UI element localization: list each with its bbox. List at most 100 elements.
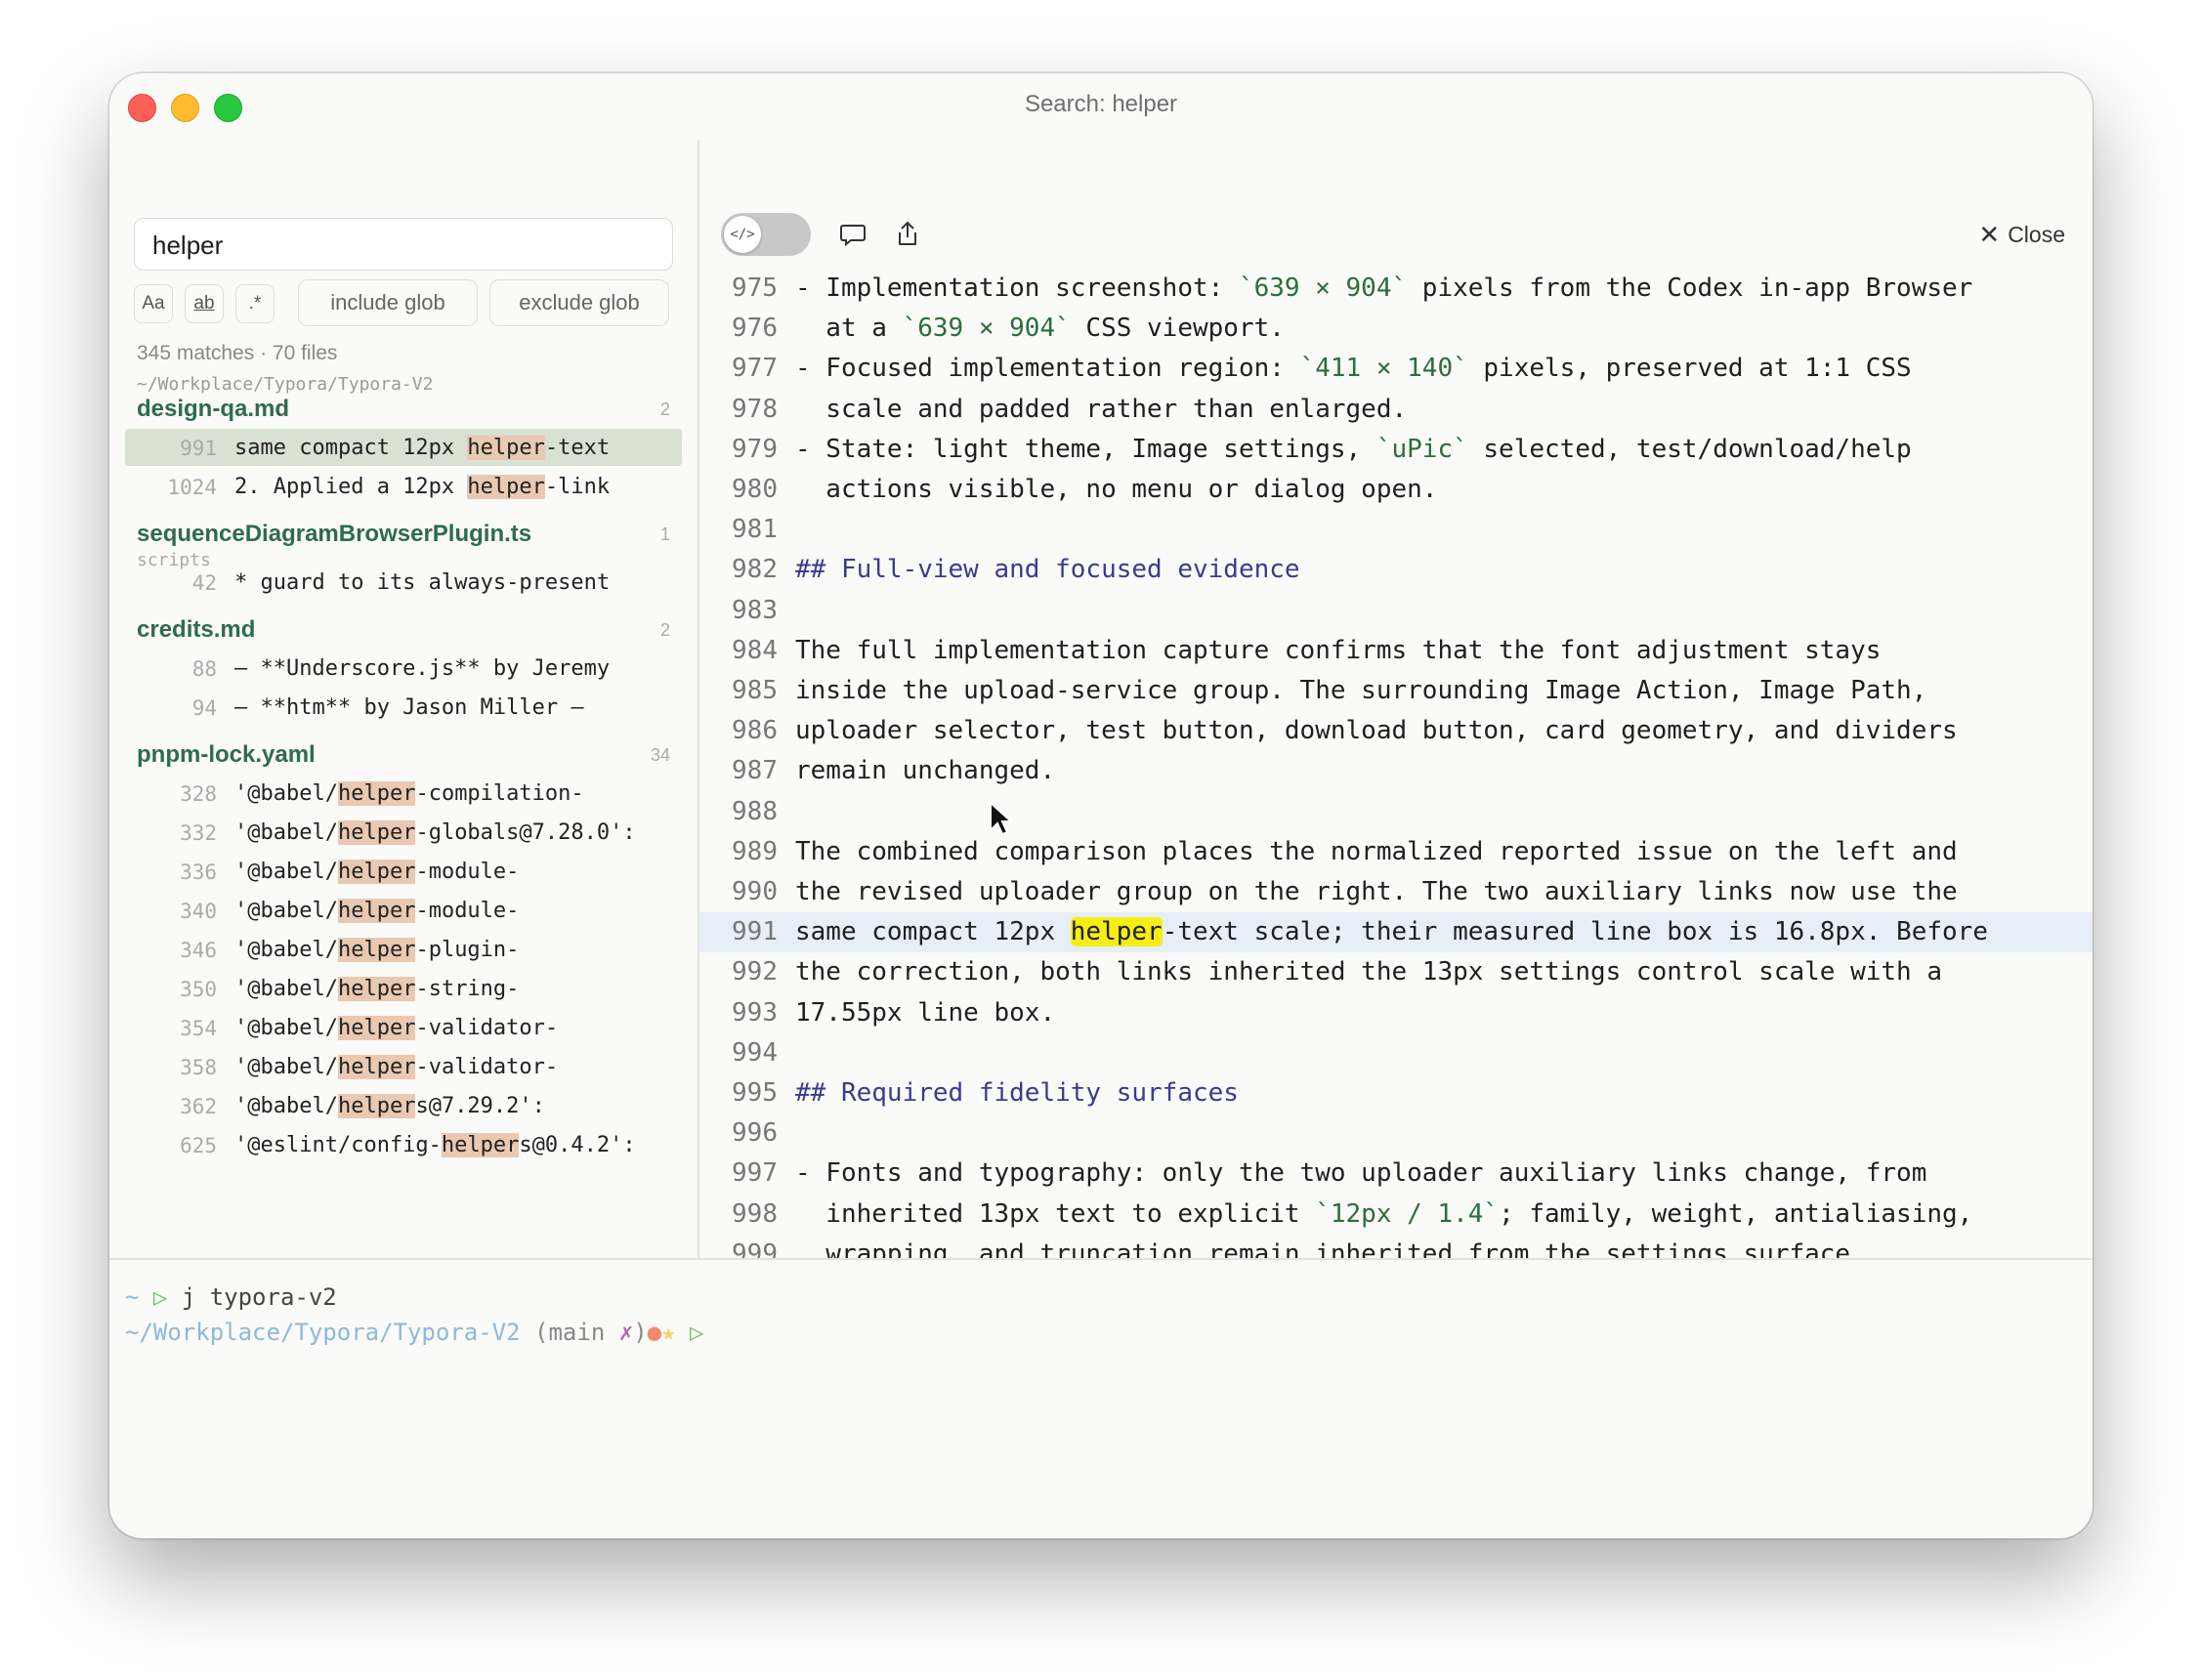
match-prefix: '@babel/ [234, 1016, 338, 1040]
text-run: same compact 12px [795, 917, 1071, 946]
source-mode-toggle[interactable]: </> [721, 213, 811, 256]
share-icon[interactable] [893, 220, 922, 249]
match-suffix: -validator- [415, 1016, 559, 1040]
match-suffix: -link [544, 475, 611, 499]
line-content: uploader selector, test button, download… [795, 716, 1958, 745]
text-run: selected, test/download/help [1467, 435, 1912, 464]
match-line-number: 354 [180, 1017, 217, 1040]
result-match-row[interactable]: 625 '@eslint/config-helpers@0.4.2': [125, 1126, 682, 1163]
result-file-count: 1 [659, 525, 670, 544]
result-file-name[interactable]: credits.md [137, 616, 255, 644]
line-number: 994 [732, 1038, 778, 1068]
match-line-number: 1024 [167, 476, 217, 499]
text-run: The full implementation capture confirms… [795, 636, 1882, 665]
match-prefix: – **Underscore.js** by Jeremy [234, 656, 611, 681]
match-line-number: 625 [180, 1134, 217, 1157]
result-match-row[interactable]: 991 same compact 12px helper-text [125, 429, 682, 466]
match-suffix: s@7.29.2': [415, 1094, 545, 1118]
line-content: - Implementation screenshot: `639 × 904`… [795, 273, 1972, 303]
match-prefix: '@babel/ [234, 899, 338, 923]
whole-word-toggle[interactable]: ab [185, 284, 224, 323]
result-match-row[interactable]: 94 – **htm** by Jason Miller – [125, 689, 682, 726]
match-line-number: 42 [191, 571, 217, 595]
result-match-row[interactable]: 358 '@babel/helper-validator- [125, 1048, 682, 1085]
result-match-row[interactable]: 354 '@babel/helper-validator- [125, 1009, 682, 1046]
code-line: 993 17.55px line box. [699, 993, 2093, 1033]
regex-toggle[interactable]: .* [235, 284, 275, 323]
match-highlight: helper [337, 860, 416, 884]
text-run: remain unchanged. [795, 756, 1056, 785]
match-line-number: 94 [191, 696, 217, 720]
result-match-row[interactable]: 328 '@babel/helper-compilation- [125, 775, 682, 812]
result-match-row[interactable]: 332 '@babel/helper-globals@7.28.0': [125, 814, 682, 851]
result-match-row[interactable]: 362 '@babel/helpers@7.29.2': [125, 1087, 682, 1124]
result-match-row[interactable]: 88 – **Underscore.js** by Jeremy [125, 650, 682, 687]
result-file-name[interactable]: design-qa.md [137, 396, 289, 423]
match-text: '@babel/helper-validator- [234, 1055, 558, 1079]
title-bar: Search: helper [109, 73, 2093, 140]
line-number: 981 [732, 515, 778, 544]
terminal-pane[interactable]: ~ ▷ j typora-v2 ~/Workplace/Typora/Typor… [109, 1260, 2093, 1538]
match-text: 2. Applied a 12px helper-link [234, 475, 610, 499]
match-prefix: '@babel/ [234, 1055, 338, 1079]
inline-code: `411 × 140` [1299, 354, 1468, 383]
result-match-row[interactable]: 350 '@babel/helper-string- [125, 970, 682, 1007]
result-match-row[interactable]: 1024 2. Applied a 12px helper-link [125, 468, 682, 505]
result-file-count: 2 [659, 399, 670, 419]
match-line-number: 991 [180, 437, 217, 460]
result-match-row[interactable]: 42 * guard to its always-present [125, 564, 682, 601]
line-number: 999 [732, 1239, 778, 1258]
code-line: 994 [699, 1033, 2093, 1073]
line-number: 992 [732, 957, 778, 987]
result-match-row[interactable]: 346 '@babel/helper-plugin- [125, 931, 682, 968]
result-file-name[interactable]: sequenceDiagramBrowserPlugin.ts [137, 521, 531, 548]
match-suffix: s@0.4.2': [519, 1133, 636, 1157]
match-line-number: 332 [180, 821, 217, 845]
line-number: 982 [732, 555, 778, 584]
match-case-toggle[interactable]: Aa [134, 284, 173, 323]
line-number: 988 [732, 797, 778, 826]
match-prefix: '@babel/ [234, 781, 338, 806]
code-line: 976 at a `639 × 904` CSS viewport. [699, 309, 2093, 349]
result-file-name[interactable]: pnpm-lock.yaml [137, 741, 316, 769]
match-suffix: -text [544, 436, 611, 460]
markdown-heading: ## Required fidelity surfaces [795, 1078, 1239, 1108]
search-input[interactable]: helper [134, 218, 673, 271]
exclude-glob-input[interactable]: exclude glob [489, 279, 669, 326]
include-glob-input[interactable]: include glob [298, 279, 478, 326]
line-number: 997 [732, 1158, 778, 1188]
inline-code: `639 × 904` [902, 314, 1071, 343]
code-line: 988 [699, 792, 2093, 832]
text-run: inside the upload-service group. The sur… [795, 676, 1927, 705]
result-file-count: 2 [659, 620, 670, 640]
match-highlight: helper [441, 1133, 520, 1157]
line-number: 993 [732, 998, 778, 1028]
code-line: 989 The combined comparison places the no… [699, 832, 2093, 872]
match-highlight: helper [337, 1055, 416, 1079]
match-highlight: helper [337, 781, 416, 806]
match-suffix: -validator- [415, 1055, 559, 1079]
text-run: -text scale; their measured line box is … [1162, 917, 1988, 946]
text-run: the correction, both links inherited the… [795, 957, 1942, 987]
line-content: inside the upload-service group. The sur… [795, 676, 1926, 705]
result-match-row[interactable]: 336 '@babel/helper-module- [125, 853, 682, 890]
current-code-line: 991 same compact 12px helper-text scale; … [699, 912, 2093, 952]
line-content: The combined comparison places the norma… [795, 837, 1958, 866]
result-match-row[interactable]: 340 '@babel/helper-module- [125, 892, 682, 929]
line-content: 17.55px line box. [795, 998, 1055, 1028]
match-prefix: same compact 12px [234, 436, 468, 460]
comment-icon[interactable] [838, 220, 867, 249]
close-icon: ✕ [1978, 220, 2001, 249]
text-run: The combined comparison places the norma… [795, 837, 1958, 866]
text-run: wrapping, and truncation remain inherite… [795, 1239, 1866, 1258]
line-number: 996 [732, 1118, 778, 1148]
code-line: 977 - Focused implementation region: `411… [699, 349, 2093, 389]
inline-code: `uPic` [1375, 435, 1468, 464]
close-preview-button[interactable]: ✕ Close [1978, 220, 2065, 250]
text-run: the revised uploader group on the right.… [795, 877, 1958, 906]
line-number: 998 [732, 1199, 778, 1229]
match-text: '@babel/helper-module- [234, 860, 519, 884]
text-run: at a [795, 314, 903, 343]
current-match-highlight: helper [1070, 917, 1163, 946]
match-prefix: '@babel/ [234, 820, 338, 845]
